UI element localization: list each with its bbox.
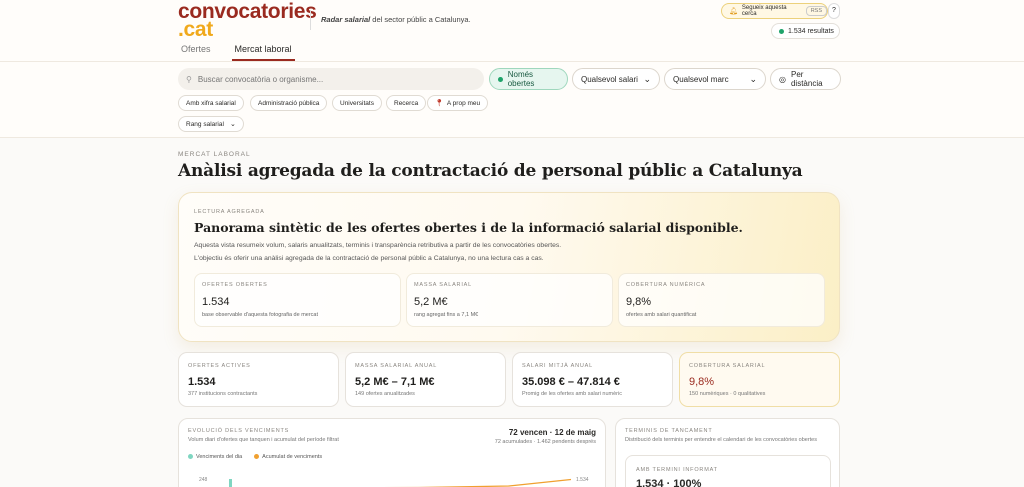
logo[interactable]: convocatories .cat (178, 1, 317, 40)
help-button[interactable]: ? (828, 3, 840, 19)
hero-description-2: L'objectiu és oferir una anàlisi agregad… (194, 255, 544, 262)
only-open-toggle[interactable]: Només obertes (489, 68, 568, 90)
hero-metric-coverage: COBERTURA NUMÈRICA 9,8% ofertes amb sala… (618, 273, 825, 327)
salary-range-dropdown[interactable]: Rang salarial ⌄ (178, 116, 244, 132)
tagline: Radar salarial del sector públic a Catal… (310, 10, 471, 30)
distance-button[interactable]: ◎ Per distància (770, 68, 841, 90)
search-input[interactable] (197, 74, 468, 84)
chip-a-prop-meu[interactable]: 📍︎ A prop meu (427, 95, 489, 111)
hero-metric-open-offers: OFERTES OBERTES 1.534 base observable d'… (194, 273, 401, 327)
page-title: Anàlisi agregada de la contractació de p… (178, 161, 803, 181)
tab-ofertes[interactable]: Ofertes (178, 44, 214, 61)
location-pin-icon: 📍︎ (435, 100, 444, 107)
chip-recerca[interactable]: Recerca (386, 95, 427, 111)
expiry-evolution-panel: EVOLUCIÓ DELS VENCIMENTS Volum diari d'o… (178, 418, 606, 487)
salary-select[interactable]: Qualsevol salari ⌄ (572, 68, 660, 90)
hero-title: Panorama sintètic de les ofertes obertes… (194, 220, 743, 235)
target-icon: ◎ (779, 74, 786, 84)
chip-universitats[interactable]: Universitats (332, 95, 382, 111)
y-axis-left-label: 248 (199, 477, 208, 483)
kpi-active-offers: OFERTES ACTIVES 1.534 377 institucions c… (178, 352, 339, 407)
summary-hero: LECTURA AGREGADA Panorama sintètic de le… (178, 192, 840, 342)
legend-daily[interactable]: Venciments del dia (188, 454, 242, 460)
search-icon: ⚲ (186, 74, 192, 84)
kpi-annual-salary-mass: MASSA SALARIAL ANUAL 5,2 M€ – 7,1 M€ 149… (345, 352, 506, 407)
chevron-down-icon: ⌄ (749, 73, 757, 84)
chip-amb-xifra-salarial[interactable]: Amb xifra salarial (178, 95, 244, 111)
legend-cumulative[interactable]: Acumulat de venciments (254, 454, 322, 460)
active-dot-icon (498, 76, 503, 82)
cumulative-line (382, 478, 572, 487)
main-tabs: Ofertes Mercat laboral (178, 44, 295, 61)
tab-mercat-laboral[interactable]: Mercat laboral (231, 44, 295, 61)
chevron-down-icon: ⌄ (643, 73, 651, 84)
filter-bar: ⚲ Només obertes Qualsevol salari ⌄ Quals… (0, 62, 1024, 138)
chevron-down-icon: ⌄ (229, 121, 236, 128)
top-header: convocatories .cat Radar salarial del se… (0, 0, 1024, 62)
mark-select[interactable]: Qualsevol marc ⌄ (664, 68, 766, 90)
follow-search-button[interactable]: 🔔︎ Segueix aquesta cerca RSS (721, 3, 828, 19)
expiry-chart: 248 1.534 (199, 477, 589, 487)
chip-administracio-publica[interactable]: Administració pública (250, 95, 328, 111)
kpi-average-salary: SALARI MITJÀ ANUAL 35.098 € – 47.814 € P… (512, 352, 673, 407)
deadline-panel: TERMINIS DE TANCAMENT Distribució dels t… (615, 418, 840, 487)
y-axis-right-label: 1.534 (576, 477, 589, 483)
rss-badge[interactable]: RSS (805, 6, 827, 16)
section-kicker: MERCAT LABORAL (178, 151, 251, 158)
search-box[interactable]: ⚲ (178, 68, 484, 90)
hero-description: Aquesta vista resumeix volum, salaris an… (194, 242, 562, 249)
with-deadline-card: AMB TERMINI INFORMAT 1.534 · 100% (625, 455, 831, 487)
hero-kicker: LECTURA AGREGADA (194, 209, 265, 215)
expiry-highlight: 72 vencen · 12 de maig (508, 428, 596, 437)
bell-icon: 🔔︎ (729, 8, 738, 15)
status-dot-icon (779, 28, 784, 34)
hero-metric-salary-mass: MASSA SALARIAL 5,2 M€ rang agregat fins … (406, 273, 613, 327)
daily-bar (229, 479, 232, 487)
results-badge: 1.534 resultats (771, 23, 840, 39)
chart-legend: Venciments del dia Acumulat de venciment… (188, 454, 322, 460)
kpi-salary-coverage: COBERTURA SALARIAL 9,8% 150 numèriques ·… (679, 352, 840, 407)
